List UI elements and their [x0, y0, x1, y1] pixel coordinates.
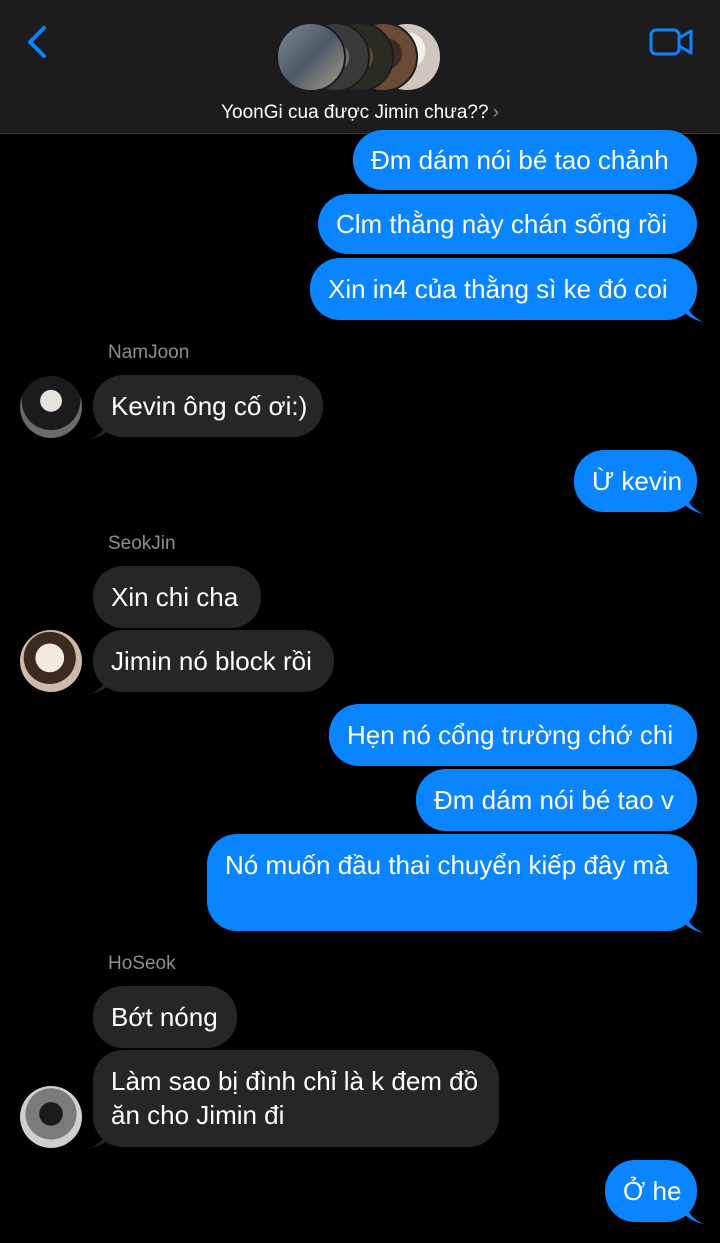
bubble-tail [684, 490, 704, 514]
video-camera-icon[interactable] [648, 24, 694, 60]
outgoing-message[interactable]: Đm dám nói bé tao v [416, 769, 697, 831]
bubble-tail [90, 415, 110, 439]
outgoing-message[interactable]: Xin in4 của thằng sì ke đó coi [310, 258, 697, 320]
outgoing-message[interactable]: Hẹn nó cổng trường chớ chi [329, 704, 697, 766]
sender-name: NamJoon [108, 342, 190, 363]
incoming-message[interactable]: Bớt nóng [93, 986, 237, 1048]
outgoing-message[interactable]: Clm thằng này chán sống rồi [318, 194, 697, 254]
bubble-tail [90, 1124, 110, 1148]
outgoing-message[interactable]: Ừ kevin [574, 450, 697, 512]
outgoing-message[interactable]: Nó muốn đầu thai chuyển kiếp đây mà [207, 834, 697, 931]
bubble-tail [90, 670, 110, 694]
seokjin-avatar[interactable] [20, 630, 82, 692]
sender-name: HoSeok [108, 953, 176, 974]
chevron-left-icon[interactable] [20, 22, 60, 62]
bubble-tail [684, 298, 704, 322]
bubble-tail [684, 1200, 704, 1224]
chat-header: YoonGi cua được Jimin chưa?? › [0, 0, 720, 134]
namjoon-avatar[interactable] [20, 376, 82, 438]
chevron-right-icon: › [492, 102, 499, 123]
conversation-title[interactable]: YoonGi cua được Jimin chưa?? › [0, 102, 720, 124]
sender-name: SeokJin [108, 533, 176, 554]
outgoing-message[interactable]: Đm dám nói bé tao chảnh [353, 130, 697, 190]
hoseok-avatar[interactable] [20, 1086, 82, 1148]
group-avatars[interactable] [276, 22, 446, 94]
incoming-message[interactable]: Kevin ông cố ơi:) [93, 375, 323, 437]
incoming-message[interactable]: Xin chi cha [93, 566, 261, 628]
incoming-message[interactable]: Jimin nó block rồi [93, 630, 334, 692]
incoming-message[interactable]: Làm sao bị đình chỉ là k đem đồ ăn cho J… [93, 1050, 499, 1147]
member-avatar [276, 22, 346, 92]
bubble-tail [684, 909, 704, 933]
